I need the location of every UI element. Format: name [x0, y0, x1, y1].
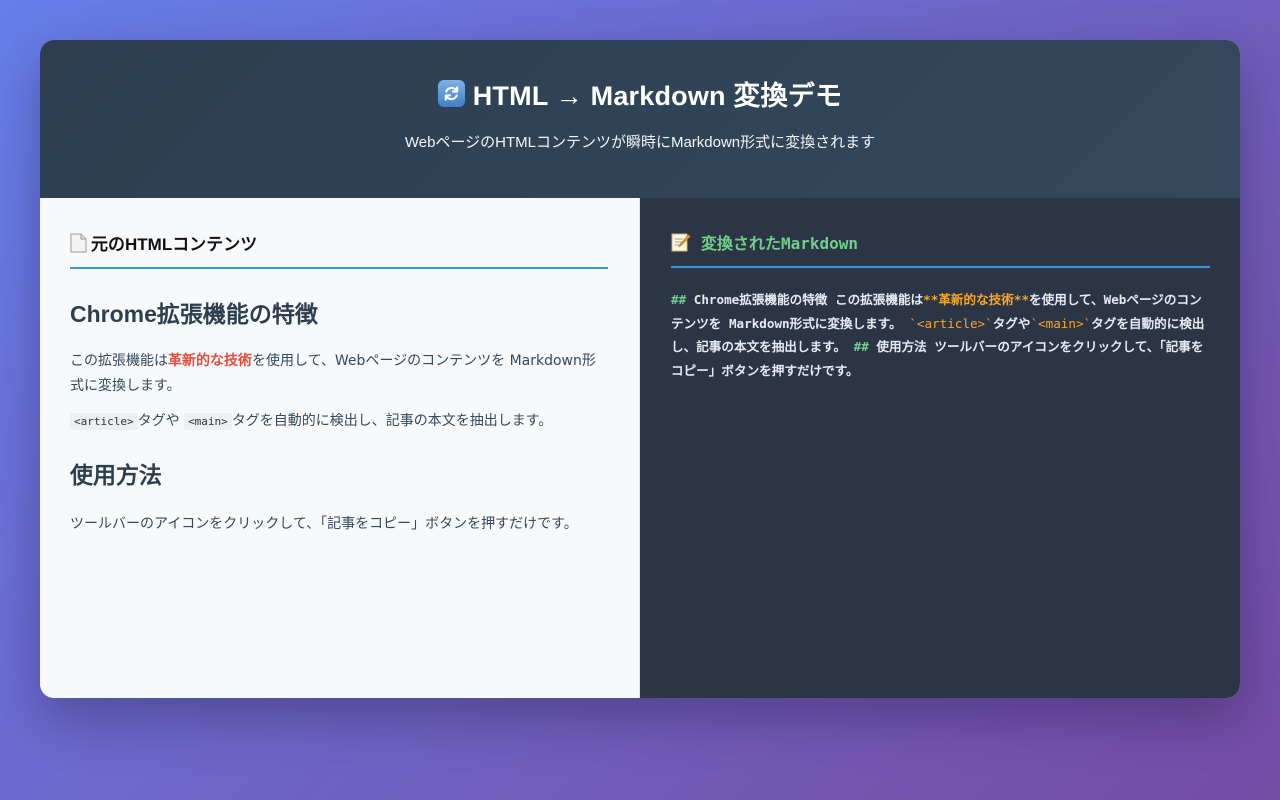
source-heading-2: 使用方法 [70, 462, 162, 488]
md-code-main: `<main>` [1030, 315, 1092, 331]
strong-text: 革新的な技術 [168, 353, 252, 369]
page-subtitle: WebページのHTMLコンテンツが瞬時にMarkdown形式に変換されます [404, 134, 876, 151]
markdown-output[interactable]: ## Chrome拡張機能の特徴 この拡張機能は**革新的な技術**を使用して、… [671, 288, 1210, 382]
header: HTML → Markdown 変換デモ WebページのHTMLコンテンツが瞬時… [40, 40, 1240, 198]
source-panel: 元のHTMLコンテンツ Chrome拡張機能の特徴 この拡張機能は革新的な技術を… [40, 198, 640, 698]
page-title: HTML → Markdown 変換デモ [40, 40, 1240, 113]
md-bold: **革新的な技術** [923, 292, 1030, 307]
document-icon [70, 233, 87, 253]
markdown-panel: 変換されたMarkdown ## Chrome拡張機能の特徴 この拡張機能は**… [640, 198, 1240, 698]
source-paragraph-2: <article> タグや <main> タグを自動的に検出し、記事の本文を抽出しま… [70, 409, 608, 434]
md-code-article: `<article>` [909, 315, 993, 331]
text-segment: この拡張機能は [70, 353, 168, 369]
md-text: Chrome拡張機能の特徴 この拡張機能は [686, 292, 924, 307]
source-panel-header: 元のHTMLコンテンツ [70, 230, 608, 269]
text-segment: タグや [137, 413, 180, 429]
demo-card: HTML → Markdown 変換デモ WebページのHTMLコンテンツが瞬時… [40, 40, 1240, 698]
markdown-panel-header: 変換されたMarkdown [671, 230, 1210, 268]
md-heading-mark-2: ## [853, 339, 869, 354]
source-panel-title: 元のHTMLコンテンツ [91, 235, 258, 254]
memo-icon [671, 232, 691, 252]
source-paragraph-1: この拡張機能は革新的な技術を使用して、Webページのコンテンツを Markdow… [70, 349, 608, 399]
panels: 元のHTMLコンテンツ Chrome拡張機能の特徴 この拡張機能は革新的な技術を… [40, 198, 1240, 698]
md-text: タグや [992, 315, 1031, 331]
text-segment: タグを自動的に検出し、記事の本文を抽出します。 [231, 413, 553, 429]
md-heading-mark: ## [671, 292, 687, 307]
source-content: Chrome拡張機能の特徴 この拡張機能は革新的な技術を使用して、Webページの… [70, 295, 608, 537]
refresh-icon [437, 80, 465, 107]
inline-code-main: <main> [184, 413, 232, 430]
source-paragraph-3: ツールバーのアイコンをクリックして、「記事をコピー」ボタンを押すだけです。 [70, 516, 578, 532]
title-text: HTML → Markdown 変換デモ [472, 81, 843, 111]
inline-code-article: <article> [70, 413, 138, 430]
source-heading-1: Chrome拡張機能の特徴 [70, 301, 318, 327]
markdown-panel-title: 変換されたMarkdown [701, 234, 859, 253]
